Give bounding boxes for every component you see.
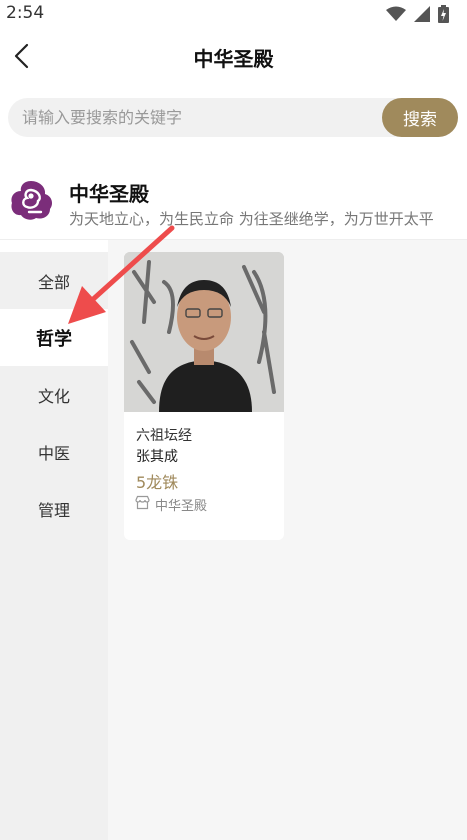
product-shop-name: 中华圣殿 (155, 499, 208, 514)
category-item-chinese-medicine[interactable]: 中医 (0, 423, 108, 480)
status-icons (386, 5, 449, 23)
product-price: 5龙铢 (136, 473, 179, 492)
search-bar: 搜索 (8, 98, 458, 137)
product-author: 张其成 (136, 449, 178, 465)
battery-icon (438, 5, 449, 23)
status-time: 2:54 (6, 3, 45, 23)
product-card[interactable]: 六祖坛经 张其成 5龙铢 中华圣殿 (124, 252, 284, 540)
category-sidebar: 全部 哲学 文化 中医 管理 (0, 252, 108, 840)
shop-name: 中华圣殿 (69, 182, 149, 206)
category-item-philosophy[interactable]: 哲学 (0, 309, 108, 366)
category-item-all[interactable]: 全部 (0, 252, 108, 309)
shop-logo (8, 178, 54, 222)
shop-slogan: 为天地立心，为生民立命 为往圣继绝学，为万世开太平 (69, 210, 434, 228)
product-title: 六祖坛经 (136, 428, 192, 444)
category-item-management[interactable]: 管理 (0, 480, 108, 537)
page-title: 中华圣殿 (193, 47, 274, 71)
store-icon (135, 495, 150, 510)
category-item-culture[interactable]: 文化 (0, 366, 108, 423)
status-bar: 2:54 (0, 0, 467, 28)
search-input[interactable] (22, 98, 372, 137)
wifi-icon (386, 6, 406, 21)
search-button[interactable]: 搜索 (382, 98, 458, 137)
cellular-signal-icon (414, 6, 430, 22)
product-image (124, 252, 284, 412)
